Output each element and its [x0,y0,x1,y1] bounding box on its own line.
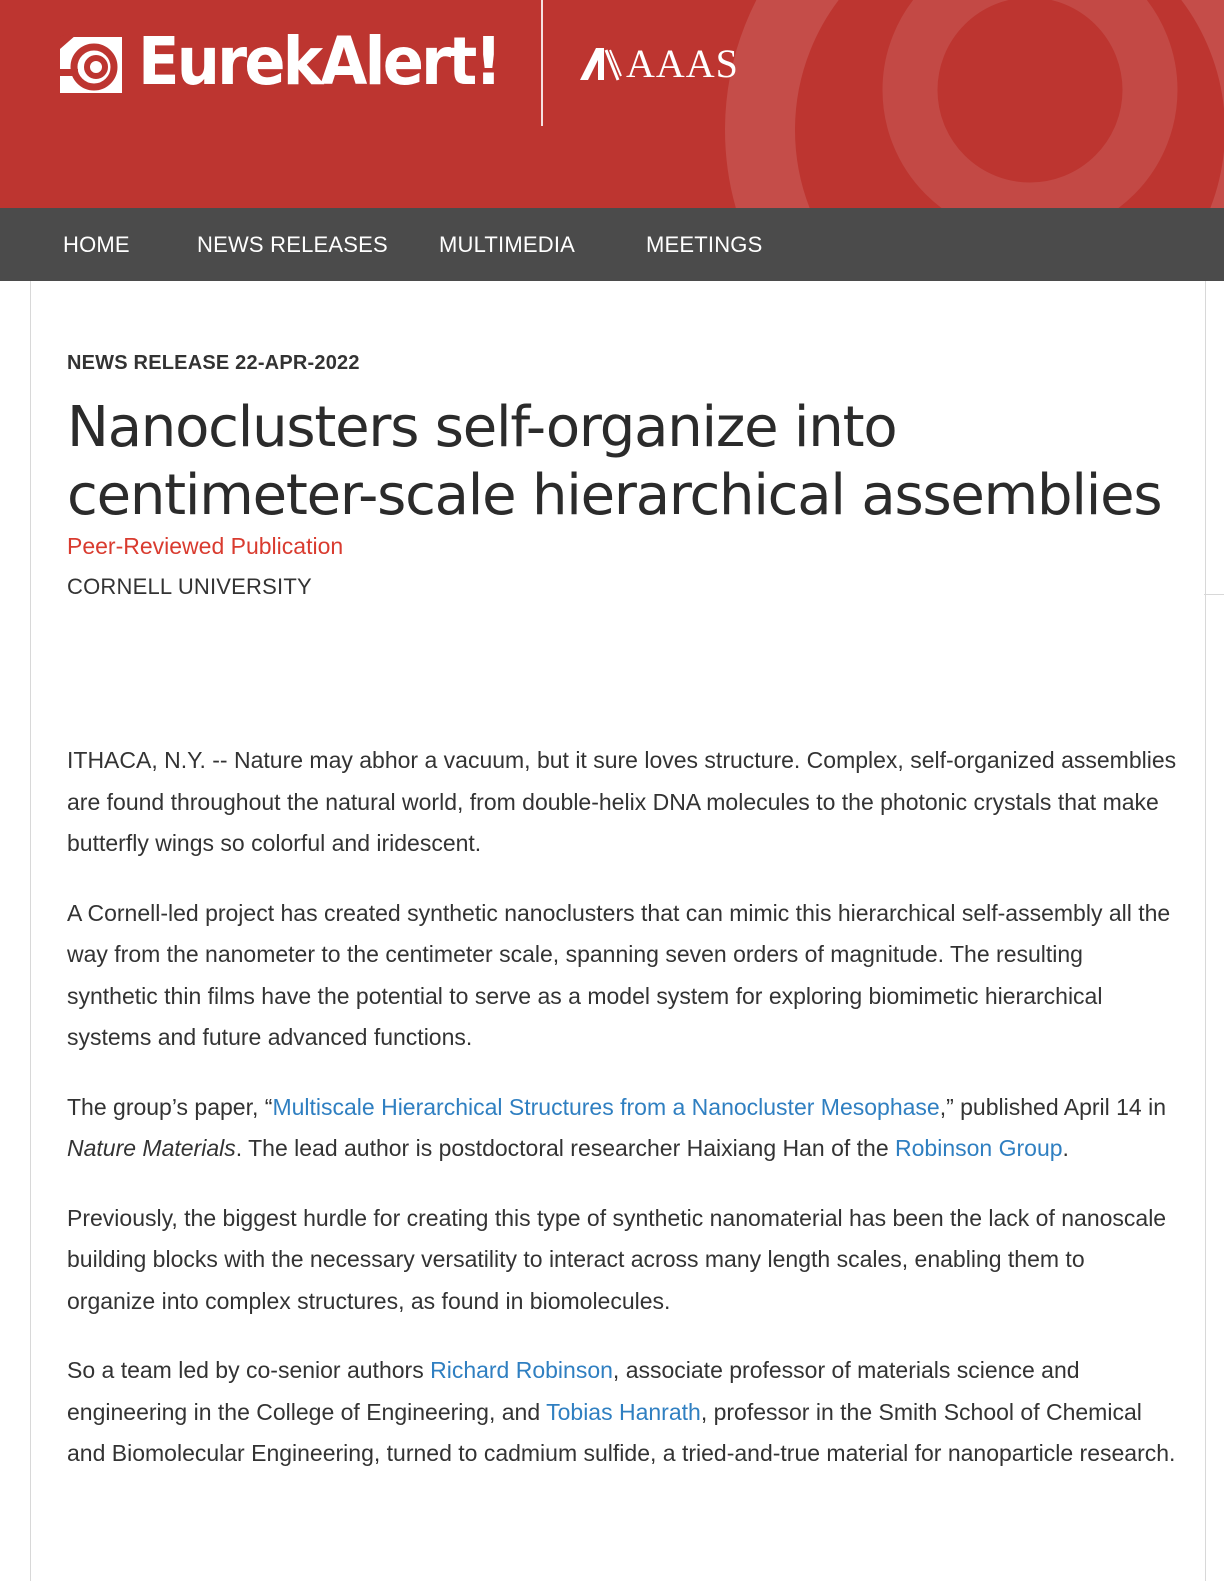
paragraph-4: Previously, the biggest hurdle for creat… [67,1204,1167,1314]
p3-text-after: . [1062,1135,1069,1161]
paragraph-2: A Cornell-led project has created synthe… [67,899,1171,1051]
p3-text-mid2: . The lead author is postdoctoral resear… [235,1135,896,1161]
eurekalert-logo[interactable]: EurekAlert! [56,22,531,102]
banner-divider [541,0,543,126]
paragraph-3: The group’s paper, “Multiscale Hierarchi… [67,1087,1177,1170]
swirl-icon [60,34,122,93]
paragraph-1: ITHACA, N.Y. -- Nature may abhor a vacuu… [67,747,1177,856]
article-body: ITHACA, N.Y. -- Nature may abhor a vacuu… [67,740,1177,1503]
nav-news-releases[interactable]: NEWS RELEASES [197,232,388,258]
nav-home[interactable]: HOME [63,232,130,258]
p3-text-before: The group’s paper, “ [67,1093,273,1120]
institution-label: CORNELL UNIVERSITY [67,574,312,599]
nav-meetings[interactable]: MEETINGS [646,232,763,258]
paper-link[interactable]: Multiscale Hierarchical Structures from … [272,1094,939,1120]
tobias-hanrath-link[interactable]: Tobias Hanrath [546,1399,701,1425]
richard-robinson-link[interactable]: Richard Robinson [430,1357,613,1383]
p5-text-before: So a team led by co-senior authors [67,1357,431,1383]
robinson-group-link[interactable]: Robinson Group [895,1135,1063,1161]
main-nav: HOME NEWS RELEASES MULTIMEDIA MEETINGS [0,208,1224,281]
aaas-mark-icon [580,48,622,81]
site-banner: EurekAlert! AAAS [0,0,1224,208]
aaas-text: AAAS [626,41,739,86]
p3-text-mid1: ,” published April 14 in [939,1093,1167,1120]
logo-text: EurekAlert! [138,23,502,100]
journal-name: Nature Materials [67,1135,236,1161]
edge-divider [1204,594,1224,595]
peer-reviewed-link[interactable]: Peer-Reviewed Publication [67,533,343,560]
release-date-label: NEWS RELEASE 22-APR-2022 [67,352,360,374]
paragraph-5: So a team led by co-senior authors Richa… [67,1350,1177,1475]
nav-multimedia[interactable]: MULTIMEDIA [439,232,575,258]
article-title: Nanoclusters self-organize into centimet… [67,395,1163,528]
aaas-logo[interactable]: AAAS [578,44,739,84]
